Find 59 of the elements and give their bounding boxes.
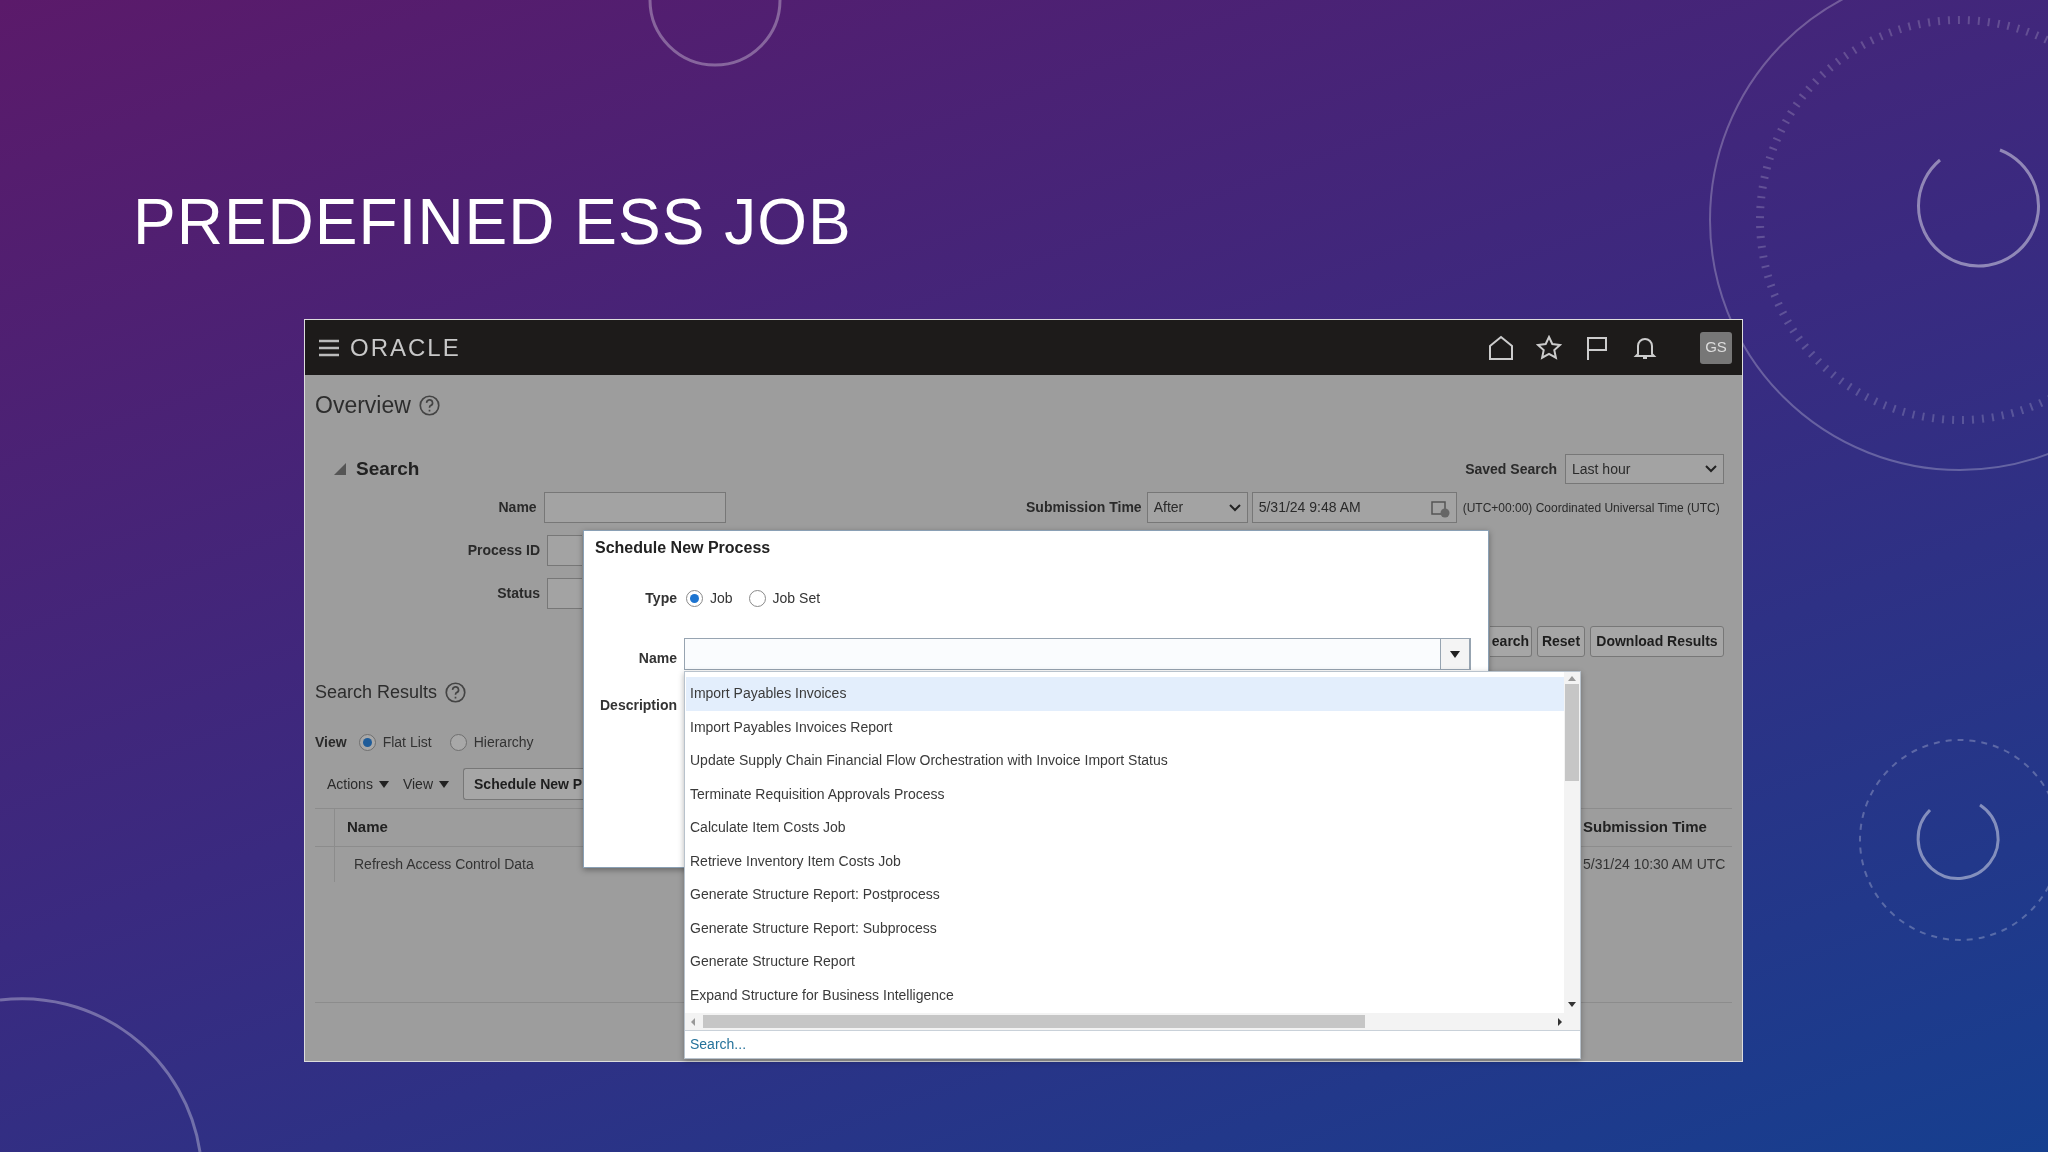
scroll-right-icon[interactable] xyxy=(1556,1016,1564,1027)
radio-label: Job xyxy=(710,588,733,608)
dropdown-option[interactable]: Import Payables Invoices xyxy=(686,677,1564,711)
field-label: Process ID xyxy=(466,541,540,560)
chevron-down-icon xyxy=(1705,465,1717,473)
caret-icon xyxy=(1450,650,1460,658)
help-icon[interactable] xyxy=(445,681,467,703)
radio-label: Hierarchy xyxy=(473,732,534,752)
collapse-triangle-icon[interactable] xyxy=(334,463,346,475)
radio-label: Flat List xyxy=(382,732,432,752)
action-button[interactable]: Reset xyxy=(1537,626,1585,657)
field-label: Name xyxy=(637,649,677,668)
star-icon[interactable] xyxy=(1536,334,1562,361)
caret-icon xyxy=(378,780,389,788)
horizontal-scrollbar[interactable] xyxy=(685,1013,1580,1030)
vertical-scrollbar[interactable] xyxy=(1564,672,1580,1013)
search-link[interactable]: Search... xyxy=(690,1034,747,1055)
date-time-field[interactable]: 5/31/24 9:48 AM xyxy=(1251,492,1457,523)
field-label: Status xyxy=(496,584,540,603)
timezone-text: (UTC+00:00) Coordinated Universal Time (UTC) xyxy=(1462,499,1720,517)
radio-button[interactable] xyxy=(358,733,376,751)
page-title: Overview xyxy=(315,390,411,420)
slide-title: PREDEFINED ESS JOB xyxy=(133,185,853,260)
field-label: View xyxy=(315,732,347,752)
dropdown-toggle[interactable] xyxy=(1440,638,1470,670)
radio-button[interactable] xyxy=(686,589,703,607)
section-heading: Search Results xyxy=(315,680,438,704)
field-label: Description xyxy=(599,696,677,715)
radio-label: Job Set xyxy=(772,588,821,608)
radio-button[interactable] xyxy=(748,589,766,607)
home-icon[interactable] xyxy=(1488,334,1514,361)
field-label: Saved Search xyxy=(1465,459,1557,479)
menu-button[interactable]: Actions xyxy=(327,773,389,795)
caret-icon xyxy=(439,780,449,788)
menu-icon[interactable] xyxy=(317,337,341,358)
column-header: Submission Time xyxy=(1583,817,1708,838)
chevron-down-icon xyxy=(1228,503,1241,512)
section-heading: Search xyxy=(356,456,420,481)
logo: ORACLE xyxy=(350,332,461,363)
field-label: Name xyxy=(497,498,537,517)
menu-button[interactable]: View xyxy=(402,773,449,795)
saved-search-select[interactable]: Last hour xyxy=(1565,454,1724,484)
input-field[interactable] xyxy=(547,535,582,566)
field-label: Submission Time xyxy=(1026,498,1142,517)
flag-icon[interactable] xyxy=(1584,334,1610,361)
action-button[interactable]: earch xyxy=(1490,626,1532,657)
field-label: Type xyxy=(644,588,677,608)
dialog-title: Schedule New Process xyxy=(595,538,771,558)
schedule-button[interactable]: Schedule New P xyxy=(463,768,585,800)
table-cell-text: 5/31/24 10:30 AM UTC xyxy=(1583,855,1727,874)
scroll-left-icon[interactable] xyxy=(689,1016,697,1027)
table-cell-text: Refresh Access Control Data xyxy=(354,855,534,874)
input-field[interactable] xyxy=(543,492,726,523)
operator-select[interactable]: After xyxy=(1146,492,1248,523)
help-icon[interactable] xyxy=(418,394,440,416)
download-button[interactable]: Download Results xyxy=(1590,626,1724,657)
input-field[interactable] xyxy=(547,578,582,609)
radio-button[interactable] xyxy=(449,733,467,751)
column-header: Name xyxy=(347,817,388,838)
